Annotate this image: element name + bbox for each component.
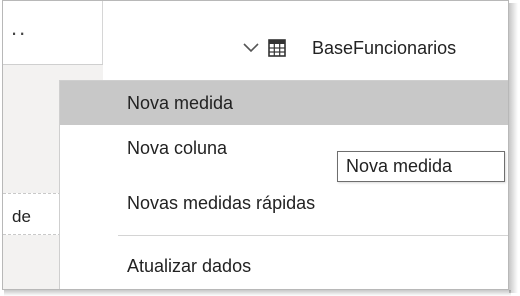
menu-item-label: Atualizar dados <box>127 255 252 276</box>
more-options-indicator[interactable]: .. <box>11 15 27 41</box>
window-frame: .. de BaseFuncionarios Nova medida Nova … <box>2 0 509 290</box>
tooltip-text: Nova medida <box>346 156 453 176</box>
context-menu: Nova medida Nova coluna Novas medidas rá… <box>59 80 508 289</box>
frame-shadow-right <box>509 3 518 293</box>
canvas-cell-text: de <box>12 207 31 226</box>
canvas-header: .. <box>3 1 103 64</box>
chevron-down-icon[interactable] <box>240 37 262 59</box>
menu-item-label: Nova medida <box>127 92 234 113</box>
tooltip: Nova medida <box>337 151 505 182</box>
table-name-label: BaseFuncionarios <box>312 37 457 58</box>
menu-item-label: Nova coluna <box>127 137 228 158</box>
table-tree-row[interactable]: BaseFuncionarios <box>240 33 456 63</box>
menu-item-label: Novas medidas rápidas <box>127 192 316 213</box>
frame-shadow-bottom <box>4 290 511 296</box>
menu-item-novas-medidas-rapidas[interactable]: Novas medidas rápidas <box>60 181 508 225</box>
menu-separator <box>118 235 508 236</box>
menu-item-nova-medida[interactable]: Nova medida <box>60 81 508 125</box>
menu-item-atualizar-dados[interactable]: Atualizar dados <box>60 244 508 288</box>
table-icon <box>268 39 286 57</box>
canvas-divider <box>3 64 103 65</box>
